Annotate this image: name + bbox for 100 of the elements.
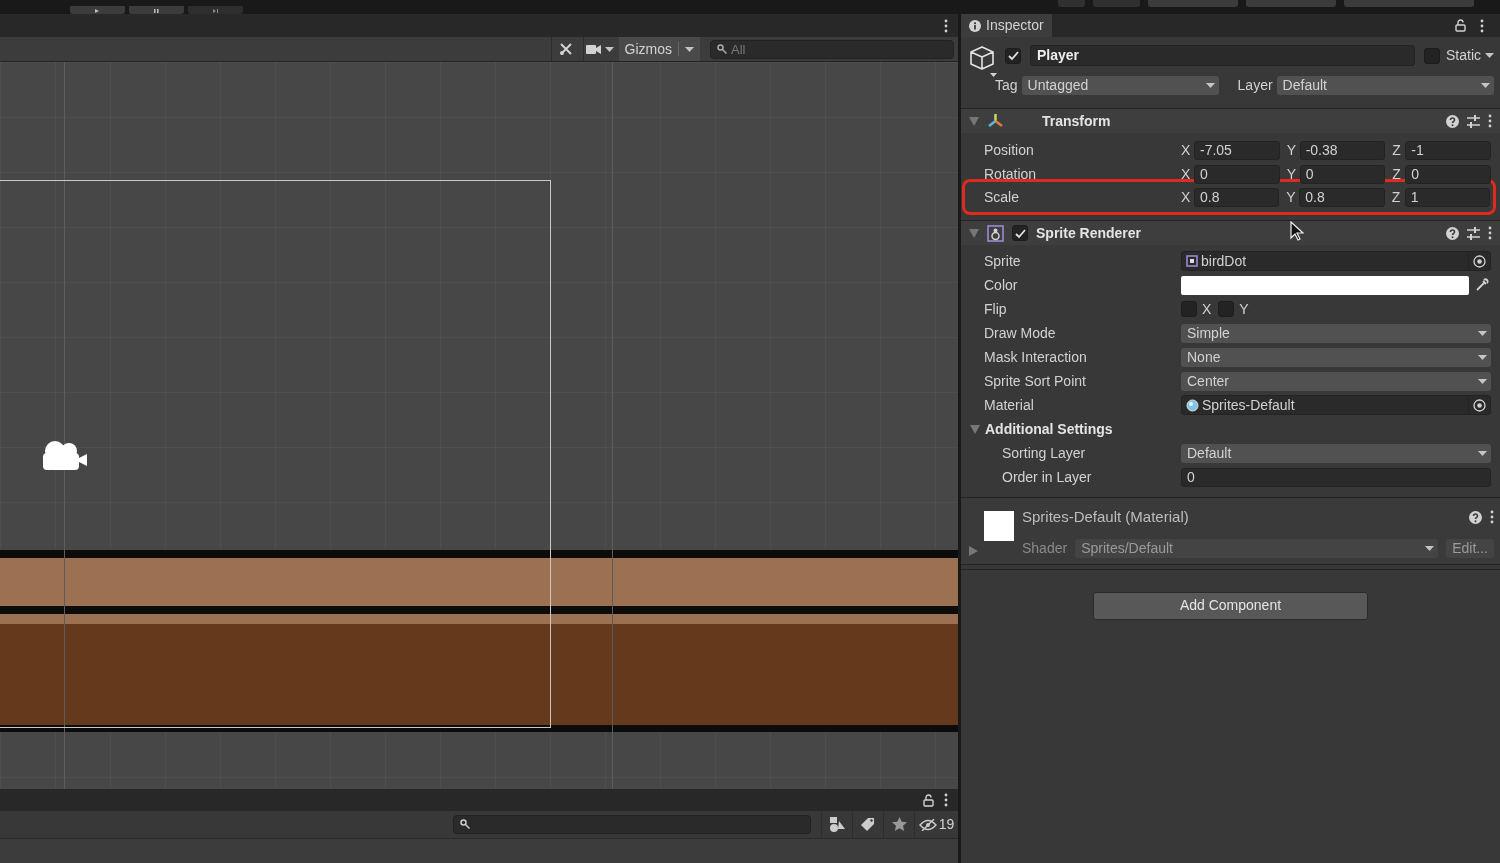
inspector-tab[interactable]: Inspector [961,14,1052,37]
more-icon[interactable] [1488,226,1492,240]
lock-icon[interactable] [1455,19,1466,32]
search-field[interactable] [453,815,811,835]
camera-gizmo-icon [41,439,88,472]
shader-label: Shader [1022,538,1068,558]
caret-icon [1478,450,1487,456]
static-dropdown[interactable]: Static [1446,45,1494,66]
layer-label: Layer [1237,76,1273,95]
sphere-icon [1186,398,1199,412]
caret-icon [605,46,615,52]
caret-icon [1205,83,1215,88]
pause-icon [153,9,160,14]
material-preview [984,511,1014,541]
sprite-icon [1186,255,1198,267]
caret-icon [1478,378,1487,384]
object-picker-icon[interactable] [1473,398,1486,412]
field-label: Sprite [984,251,1022,271]
preset-icon[interactable] [1467,114,1480,128]
static-checkbox[interactable] [1424,47,1440,64]
caret-icon [1478,354,1487,360]
help-icon[interactable] [1469,510,1482,524]
collapse-arrow-icon[interactable] [970,424,980,434]
search-field[interactable]: All [710,39,954,59]
more-icon[interactable] [1480,18,1484,33]
dropdown-field[interactable]: Default [1181,443,1491,463]
number-field[interactable]: -7.05 [1194,140,1280,160]
field-label: Flip [984,299,1008,319]
section-title: Additional Settings [985,419,1113,439]
layer-dropdown[interactable]: Default [1276,76,1494,95]
crossed-tools-icon [559,42,574,56]
sprite-renderer-icon [987,224,1004,242]
dropdown-field[interactable]: Simple [1181,323,1491,343]
field-label: Mask Interaction [984,347,1088,367]
collapse-arrow-icon[interactable] [969,116,979,126]
axis-label: Z [1392,140,1402,160]
number-field[interactable]: 0.8 [1194,187,1280,207]
field-label: Position [984,140,1035,160]
object-picker-icon[interactable] [1473,254,1486,268]
axis-label: Y [1286,187,1297,207]
tag-label: Tag [995,76,1018,95]
axis-label: X [1181,187,1192,207]
axis-label: X [1181,164,1192,184]
caret-icon [1425,545,1435,551]
cube-icon[interactable] [969,45,997,79]
axis-label: Y [1286,140,1297,160]
info-icon [969,19,981,32]
preset-icon[interactable] [1467,226,1480,240]
camera-button[interactable] [582,37,617,61]
eyedropper-icon[interactable] [1475,278,1489,292]
number-field[interactable]: -0.38 [1299,140,1386,160]
step-button[interactable] [188,6,243,14]
caret-icon [685,46,694,52]
caret-icon [1478,330,1487,336]
help-icon[interactable] [1446,114,1459,128]
check-icon [1006,50,1020,61]
object-name-field[interactable]: Player [1030,45,1415,66]
field-label: Scale [984,187,1021,207]
field-label: Color [984,275,1019,295]
expand-arrow-icon[interactable] [969,546,978,556]
collapse-arrow-icon[interactable] [969,228,979,238]
enabled-checkbox[interactable] [1012,225,1028,241]
gizmos-button[interactable]: Gizmos [618,37,700,61]
help-icon[interactable] [1446,226,1459,240]
axis-label: Y [1286,164,1297,184]
object-field[interactable]: birdDot [1181,251,1491,271]
object-field[interactable]: Sprites-Default [1181,395,1491,415]
more-icon[interactable] [944,793,948,807]
axis-label: X [1181,140,1192,160]
caret-icon [1485,53,1494,58]
number-field[interactable]: 0.8 [1299,187,1385,207]
more-icon[interactable] [944,18,948,33]
number-field[interactable]: 0 [1299,164,1386,184]
dropdown-field[interactable]: None [1181,347,1491,367]
number-field[interactable]: 0 [1405,164,1491,184]
step-icon [212,9,219,14]
number-field[interactable]: 1 [1404,187,1490,207]
pause-button[interactable] [129,6,184,14]
dropdown-field[interactable]: Center [1181,371,1491,391]
more-icon[interactable] [1488,114,1492,128]
color-swatch[interactable] [1181,275,1469,295]
mouse-cursor-icon [1290,221,1304,241]
number-field[interactable]: 0 [1181,467,1491,487]
flip-checkbox[interactable] [1181,301,1197,317]
number-field[interactable]: 0 [1194,164,1280,184]
check-icon [1013,227,1027,239]
active-checkbox[interactable] [1005,47,1021,64]
field-label: Rotation [984,164,1038,184]
hidden-eye-icon [918,818,937,831]
field-label: Sorting Layer [1001,443,1087,463]
component-title: Transform [1042,111,1111,131]
tag-dropdown[interactable]: Untagged [1021,76,1219,95]
lock-icon[interactable] [923,793,934,807]
field-label: Order in Layer [1001,467,1093,487]
flip-checkbox[interactable] [1218,301,1235,317]
number-field[interactable]: -1 [1405,140,1491,160]
add-component-button[interactable]: Add Component [1093,591,1368,620]
axis-label: Z [1391,187,1402,207]
material-name: Sprites-Default (Material) [1022,507,1190,527]
more-icon[interactable] [1490,510,1494,525]
